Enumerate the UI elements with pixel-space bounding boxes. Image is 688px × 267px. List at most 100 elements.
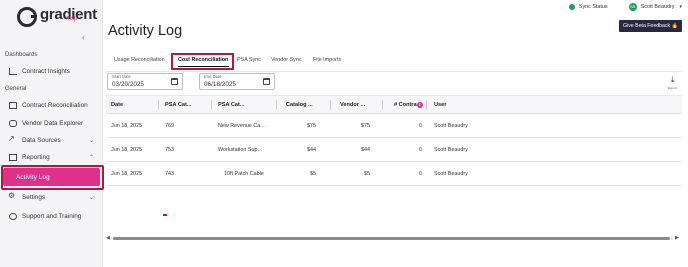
cell-vendor-cost: $5 <box>364 171 370 177</box>
tab-vendor-sync[interactable]: Vendor Sync <box>271 57 302 63</box>
sidebar-item-settings[interactable]: Settings ⌄ <box>0 190 103 204</box>
column-header-date[interactable]: Date <box>111 102 123 108</box>
scrollbar-thumb[interactable] <box>113 237 670 240</box>
end-date-value[interactable]: 06/18/2025 <box>204 81 236 88</box>
sidebar-item-label: Contract Insights <box>22 67 70 75</box>
report-icon <box>9 153 17 161</box>
column-header-contracts-label: # Contra <box>394 102 417 108</box>
brand-logo[interactable]: gradient <box>17 7 97 27</box>
sidebar: gradient msp ‹ Dashboards Contract Insig… <box>0 0 103 267</box>
chevron-down-icon: ⌄ <box>88 137 94 144</box>
cell-contracts: 0 <box>419 147 422 153</box>
cell-contracts: 0 <box>419 171 422 177</box>
scroll-right-icon[interactable]: ▶ <box>675 235 679 241</box>
tab-file-imports[interactable]: File Imports <box>313 57 341 63</box>
gradient-logo-icon <box>17 7 37 27</box>
start-date-field[interactable]: Start Date 03/20/2025 <box>107 73 183 90</box>
sidebar-item-label: Reporting <box>22 153 50 161</box>
section-dashboards: Dashboards <box>5 52 38 58</box>
table-row[interactable]: Jun 18, 2025 753 Workstation Sup... $44 … <box>106 138 682 162</box>
column-separator[interactable] <box>426 100 427 110</box>
cell-date: Jun 18, 2025 <box>111 147 143 153</box>
sidebar-item-label: Contract Reconciliation <box>22 101 88 109</box>
column-separator[interactable] <box>158 100 159 110</box>
calendar-icon[interactable] <box>263 78 270 85</box>
cell-contracts: 0 <box>419 123 422 129</box>
sidebar-item-data-sources[interactable]: Data Sources ⌄ <box>0 133 103 147</box>
cursor-marker <box>163 214 167 216</box>
reconcile-icon <box>9 101 17 109</box>
chevron-down-icon[interactable]: ▾ <box>679 4 682 10</box>
cell-vendor-cost: $75 <box>361 123 370 129</box>
cell-user: Scott Beaudry <box>434 123 468 129</box>
export-button[interactable]: ⤓ Export <box>668 75 680 91</box>
sidebar-item-label: Vendor Data Explorer <box>22 119 84 127</box>
highlight-box <box>1 165 104 190</box>
cell-catalog-cost: $5 <box>310 171 316 177</box>
column-header-psa-category[interactable]: PSA Cat... <box>165 102 192 108</box>
count-badge: 1 <box>416 102 423 108</box>
calendar-icon[interactable] <box>171 78 178 85</box>
column-separator[interactable] <box>382 100 383 110</box>
column-header-user[interactable]: User <box>434 102 446 108</box>
cell-date: Jun 18, 2025 <box>111 171 143 177</box>
page-title: Activity Log <box>108 23 183 39</box>
plug-icon <box>8 134 17 144</box>
user-name[interactable]: Scott Beaudry <box>641 4 675 10</box>
cell-user: Scott Beaudry <box>434 171 468 177</box>
sidebar-item-support[interactable]: Support and Training <box>0 209 103 223</box>
sidebar-item-label: Settings <box>22 193 46 201</box>
sync-status-icon <box>568 4 575 10</box>
section-general: General <box>5 86 27 92</box>
cell-vendor-cost: $44 <box>361 147 370 153</box>
tabs-divider <box>106 71 682 72</box>
tab-usage-reconciliation[interactable]: Usage Reconciliation <box>114 57 165 63</box>
cell-catalog-cost: $75 <box>307 123 316 129</box>
topbar: Sync Status SB Scott Beaudry ▾ <box>568 3 682 11</box>
cell-psa-catalog: New Revenue Ca... <box>218 123 265 129</box>
activity-table: Date PSA Cat... PSA Cat... Catalog ... V… <box>106 95 682 243</box>
start-date-value[interactable]: 03/20/2025 <box>112 81 144 88</box>
sidebar-item-label: Support and Training <box>22 212 82 220</box>
cell-psa-category: 743 <box>165 171 174 177</box>
table-header: Date PSA Cat... PSA Cat... Catalog ... V… <box>106 96 682 114</box>
cell-psa-catalog: 10ft Patch Cable <box>224 171 264 177</box>
table-row[interactable]: Jun 18, 2025 769 New Revenue Ca... $75 $… <box>106 114 682 138</box>
chevron-left-icon[interactable]: ‹ <box>82 33 85 42</box>
sidebar-item-contract-reconciliation[interactable]: Contract Reconciliation <box>0 98 103 112</box>
column-header-catalog-cost[interactable]: Catalog ... <box>286 102 313 108</box>
sidebar-item-contract-insights[interactable]: Contract Insights <box>0 64 103 78</box>
sync-status-label[interactable]: Sync Status <box>579 4 608 10</box>
sidebar-item-reporting[interactable]: Reporting ⌃ <box>0 150 103 164</box>
avatar[interactable]: SB <box>628 3 637 11</box>
tab-psa-sync[interactable]: PSA Sync <box>237 57 261 63</box>
start-date-label: Start Date <box>112 74 131 79</box>
table-row[interactable]: Jun 18, 2025 743 10ft Patch Cable $5 $5 … <box>106 162 682 186</box>
end-date-label: End Date <box>204 74 222 79</box>
column-header-contracts[interactable]: # Contra 1 <box>394 102 423 108</box>
cell-psa-category: 753 <box>165 147 174 153</box>
end-date-field[interactable]: End Date 06/18/2025 <box>199 73 275 90</box>
download-icon: ⤓ <box>671 75 675 84</box>
column-separator[interactable] <box>330 100 331 110</box>
gear-icon <box>8 191 17 201</box>
cell-psa-catalog: Workstation Sup... <box>218 147 262 153</box>
cell-catalog-cost: $44 <box>307 147 316 153</box>
cell-psa-category: 769 <box>165 123 174 129</box>
chevron-down-icon: ⌄ <box>88 194 94 201</box>
cell-user: Scott Beaudry <box>434 147 468 153</box>
database-icon <box>9 119 17 127</box>
sidebar-item-label: Data Sources <box>22 136 61 144</box>
cell-date: Jun 18, 2025 <box>111 123 143 129</box>
column-header-vendor-cost[interactable]: Vendor ... <box>340 102 365 108</box>
export-label: Export <box>668 86 677 90</box>
chart-icon <box>9 67 17 75</box>
column-header-psa-catalog[interactable]: PSA Cat... <box>218 102 245 108</box>
chevron-up-icon: ⌃ <box>88 154 94 161</box>
brand-sub: msp <box>66 16 78 22</box>
column-separator[interactable] <box>211 100 212 110</box>
highlight-box <box>171 53 234 70</box>
give-beta-feedback-button[interactable]: Give Beta Feedback 🔥 <box>619 20 682 32</box>
column-separator[interactable] <box>276 100 277 110</box>
sidebar-item-vendor-data-explorer[interactable]: Vendor Data Explorer <box>0 116 103 130</box>
